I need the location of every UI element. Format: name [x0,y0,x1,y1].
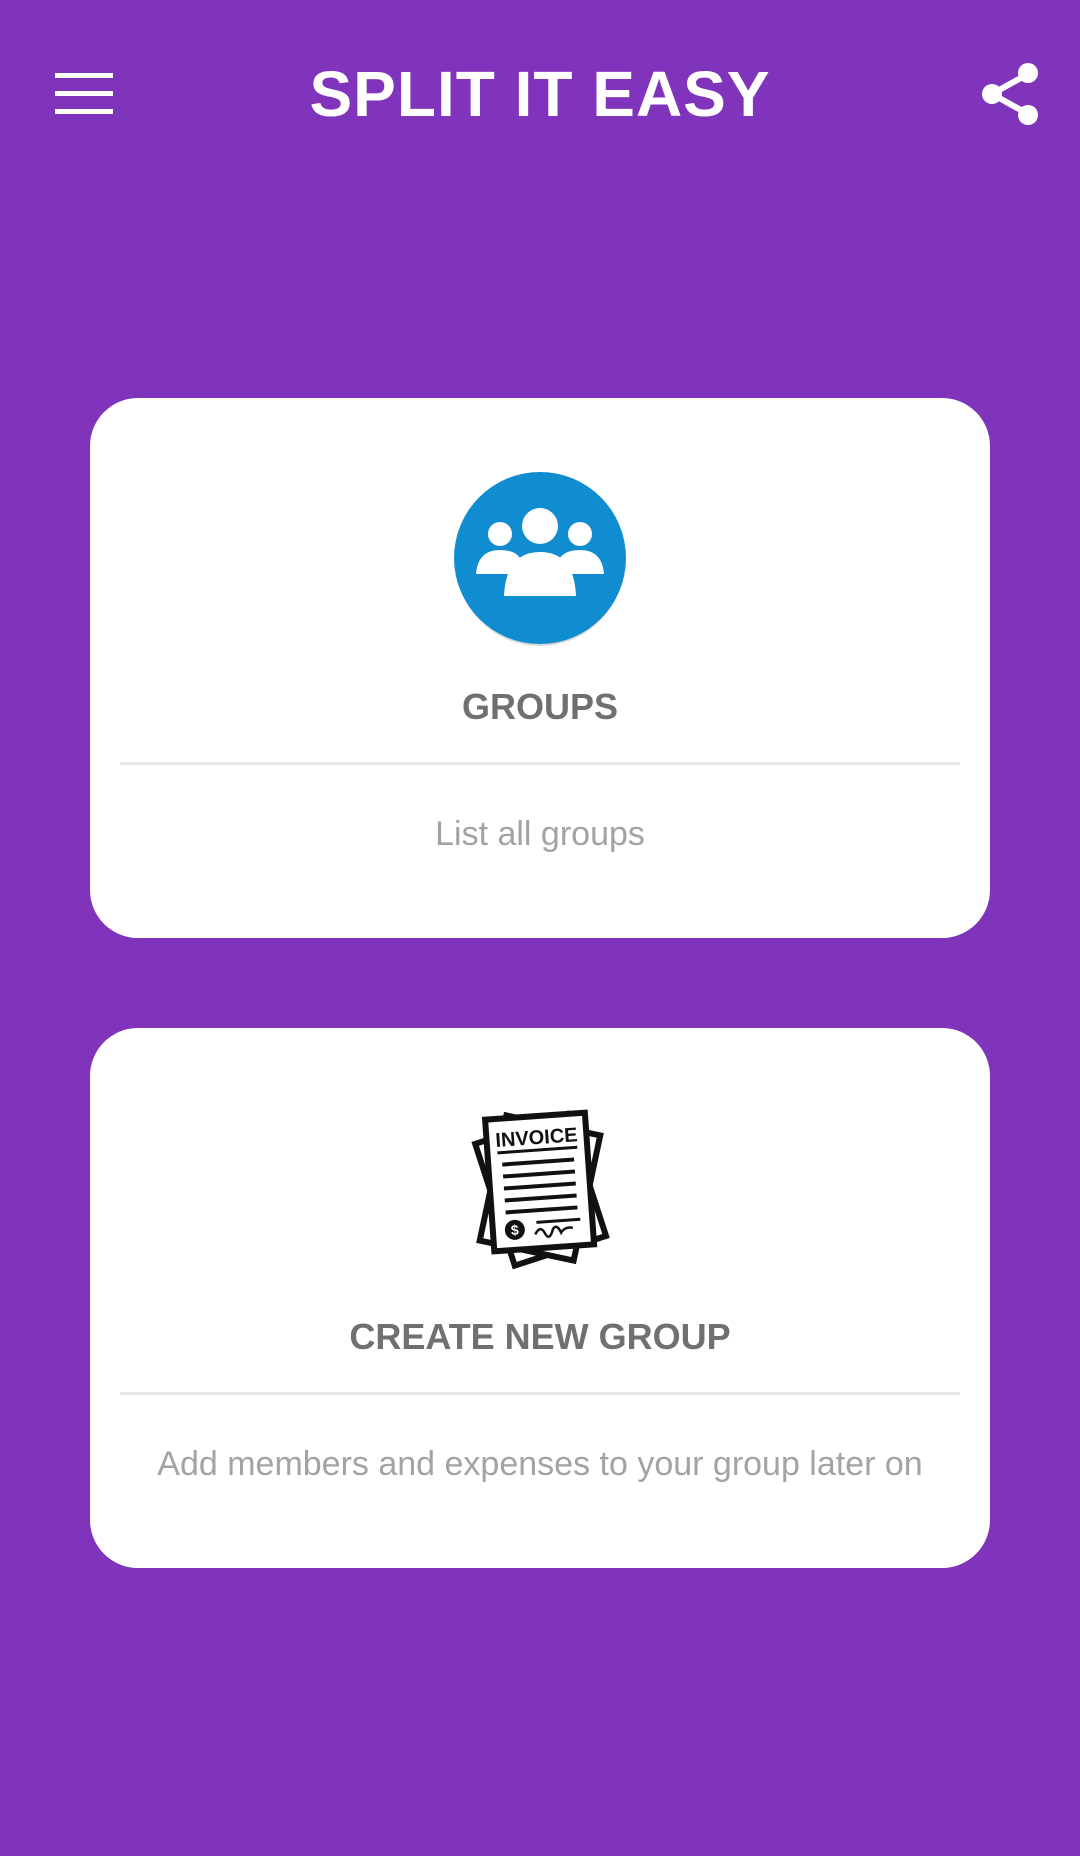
groups-icon [454,472,626,646]
groups-card[interactable]: GROUPS List all groups [90,398,990,938]
divider [120,1392,960,1395]
groups-description: List all groups [435,815,645,853]
app-bar: SPLIT IT EASY [0,0,1080,190]
share-icon [982,63,1038,125]
groups-title: GROUPS [461,686,619,727]
divider [120,762,960,765]
app-title: SPLIT IT EASY [309,58,771,130]
create-group-card[interactable]: INVOICE $ CREATE NEW GROUP Add members a… [90,1028,990,1568]
share-button[interactable] [970,50,1050,138]
create-group-title: CREATE NEW GROUP [349,1316,731,1357]
invoice-icon: INVOICE $ [471,1109,610,1270]
create-group-description: Add members and expenses to your group l… [157,1445,923,1483]
svg-text:$: $ [510,1222,519,1239]
